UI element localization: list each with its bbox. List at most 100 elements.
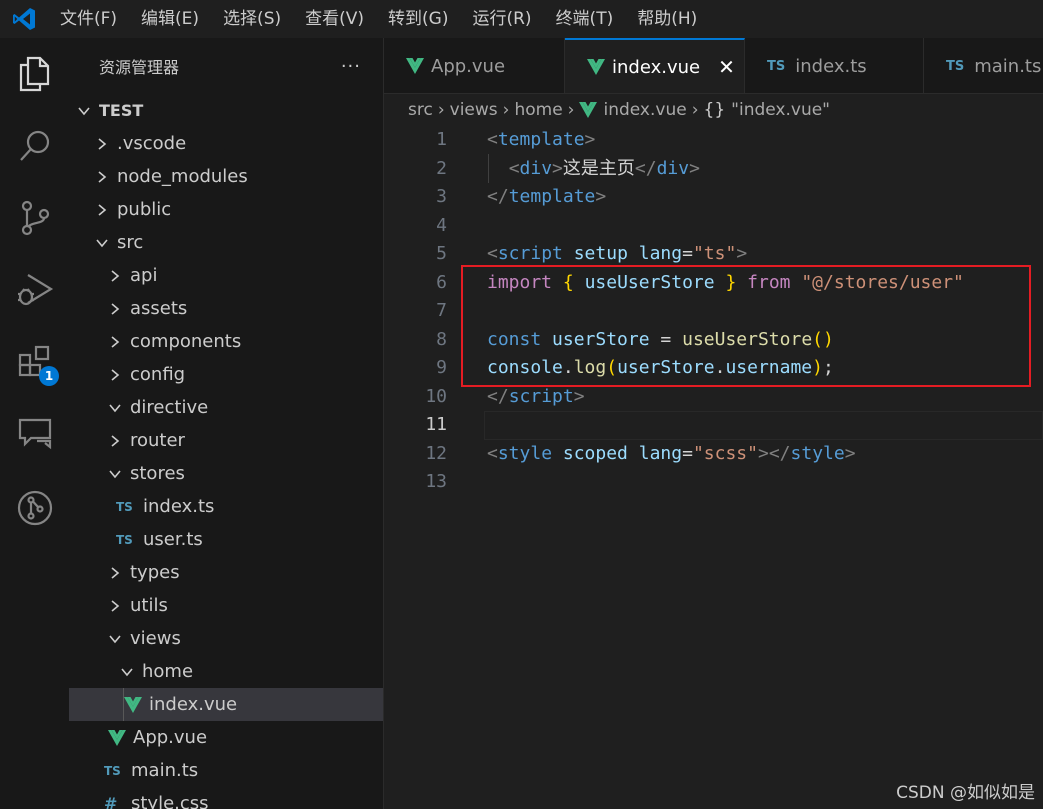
tree-folder-node-modules[interactable]: node_modules (69, 160, 383, 193)
more-actions-icon[interactable]: ··· (341, 56, 361, 77)
tree-folder-api[interactable]: api (69, 259, 383, 292)
typescript-icon: TS (767, 58, 786, 74)
code-text: <template> (487, 126, 595, 155)
tab-index-ts[interactable]: TS index.ts (745, 38, 924, 93)
sidebar-title: 资源管理器 (99, 58, 180, 77)
tree-folder-components[interactable]: components (69, 325, 383, 358)
tab-app-vue[interactable]: App.vue (384, 38, 565, 93)
breadcrumb-item-views[interactable]: views (450, 100, 498, 120)
tree-folder-views[interactable]: views (69, 622, 383, 655)
run-debug-icon[interactable] (0, 260, 69, 320)
tree-item-label: home (142, 661, 194, 682)
extensions-badge: 1 (39, 366, 59, 386)
tree-item-label: utils (130, 595, 168, 616)
tree-item-label: App.vue (133, 727, 208, 748)
tree-item-label: public (117, 199, 172, 220)
chevron-down-icon (108, 632, 122, 646)
code-token: 这是主页 (562, 157, 635, 179)
breadcrumb-item-src[interactable]: src (408, 100, 433, 120)
menu-run[interactable]: 运行(R) (460, 0, 543, 38)
menu-go[interactable]: 转到(G) (376, 0, 460, 38)
code-text: <div>这是主页</div> (487, 155, 700, 184)
line-number: 4 (436, 214, 447, 236)
tree-folder-stores[interactable]: stores (69, 457, 383, 490)
tree-file-stores-index-ts[interactable]: TS index.ts (69, 490, 383, 523)
tree-file-main-ts[interactable]: TS main.ts (69, 754, 383, 787)
code-token: > (552, 157, 563, 179)
code-token: = (682, 442, 693, 464)
chevron-right-icon (108, 599, 122, 613)
tree-item-label: api (130, 265, 158, 286)
breadcrumb-item-symbol[interactable]: "index.vue" (731, 100, 830, 120)
tree-folder-router[interactable]: router (69, 424, 383, 457)
vue-icon (406, 58, 424, 74)
close-icon[interactable]: ✕ (718, 55, 735, 79)
code-token: > (689, 157, 700, 179)
tree-item-label: TEST (99, 101, 144, 120)
extensions-icon[interactable]: 1 (0, 332, 69, 392)
line-number: 11 (425, 414, 447, 435)
search-icon[interactable] (0, 116, 69, 176)
git-graph-icon[interactable] (0, 478, 69, 538)
menu-view[interactable]: 查看(V) (293, 0, 376, 38)
code-line[interactable]: 4 (384, 212, 1043, 241)
breadcrumb-item-file[interactable]: index.vue (603, 100, 686, 120)
tree-file-app-vue[interactable]: App.vue (69, 721, 383, 754)
tree-item-label: assets (130, 298, 188, 319)
tree-root-test[interactable]: TEST (69, 94, 383, 127)
tab-label: index.vue (612, 56, 701, 78)
tree-item-label: directive (130, 397, 209, 418)
chevron-down-icon (108, 467, 122, 481)
tab-index-vue[interactable]: index.vue ✕ (565, 38, 745, 93)
tree-folder-public[interactable]: public (69, 193, 383, 226)
menu-selection[interactable]: 选择(S) (211, 0, 293, 38)
tree-file-style-css[interactable]: # style.css (69, 787, 383, 809)
chevron-right-icon: › (567, 100, 575, 120)
chevron-down-icon (77, 104, 91, 118)
tree-item-label: index.vue (149, 694, 238, 715)
code-token: < (487, 129, 498, 150)
code-token: scoped (562, 442, 628, 464)
tree-folder-types[interactable]: types (69, 556, 383, 589)
code-line[interactable]: 12 <style scoped lang="scss"></style> (384, 440, 1043, 469)
typescript-icon: TS (116, 532, 133, 547)
code-token: > (573, 385, 585, 407)
menu-help[interactable]: 帮助(H) (625, 0, 709, 38)
tree-folder-directive[interactable]: directive (69, 391, 383, 424)
tree-file-index-vue[interactable]: index.vue (69, 688, 383, 721)
code-token: < (487, 442, 498, 464)
tab-main-ts[interactable]: TS main.ts (924, 38, 1043, 93)
code-editor[interactable]: 1 <template> 2 <div>这是主页</div> 3 </template>… (384, 126, 1043, 809)
vue-icon (124, 696, 142, 713)
chevron-down-icon (108, 401, 122, 415)
tree-folder-utils[interactable]: utils (69, 589, 383, 622)
explorer-icon[interactable] (0, 44, 69, 104)
menu-file[interactable]: 文件(F) (48, 0, 129, 38)
tree-folder-vscode[interactable]: .vscode (69, 127, 383, 160)
breadcrumb-item-home[interactable]: home (514, 100, 562, 120)
code-line[interactable]: 13 (384, 468, 1043, 497)
chevron-right-icon (108, 269, 122, 283)
code-token: "ts" (692, 243, 737, 264)
line-number: 13 (425, 471, 447, 492)
tree-folder-home[interactable]: home (69, 655, 383, 688)
remote-explorer-icon[interactable] (0, 404, 69, 464)
chevron-right-icon (108, 434, 122, 448)
line-number: 3 (436, 186, 447, 207)
tree-file-user-ts[interactable]: TS user.ts (69, 523, 383, 556)
code-line[interactable]: 1 <template> (384, 126, 1043, 155)
code-line[interactable]: 2 <div>这是主页</div> (384, 155, 1043, 184)
line-number: 7 (436, 300, 447, 321)
code-line[interactable]: 3 </template> (384, 183, 1043, 212)
code-line[interactable]: 11 (384, 411, 1043, 440)
tree-folder-src[interactable]: src (69, 226, 383, 259)
file-tree: TEST .vscode node_modulespublic src api asset… (69, 94, 383, 809)
tree-folder-config[interactable]: config (69, 358, 383, 391)
chevron-right-icon: › (502, 100, 510, 120)
tree-item-label: index.ts (143, 496, 215, 517)
tab-label: index.ts (795, 55, 867, 77)
menu-terminal[interactable]: 终端(T) (544, 0, 626, 38)
source-control-icon[interactable] (0, 188, 69, 248)
menu-edit[interactable]: 编辑(E) (129, 0, 211, 38)
tree-folder-assets[interactable]: assets (69, 292, 383, 325)
